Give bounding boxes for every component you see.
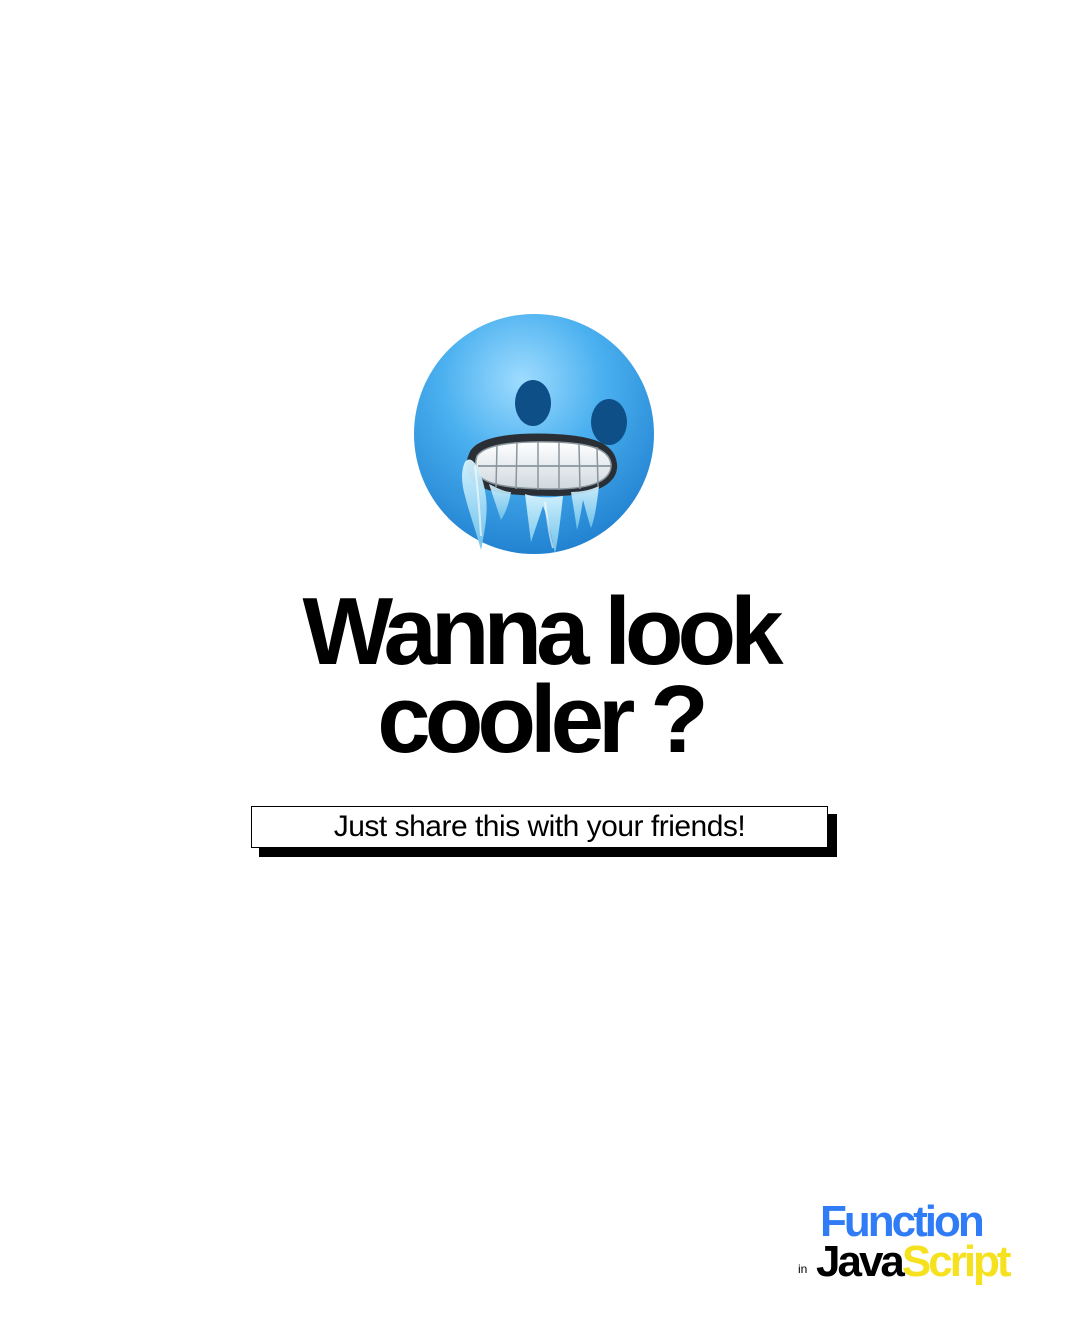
- brand-script-part: Script: [901, 1237, 1012, 1286]
- share-callout: Just share this with your friends!: [251, 806, 828, 848]
- headline-line-1: Wanna look: [302, 578, 783, 685]
- headline: Wanna look cooler ?: [0, 578, 1080, 773]
- brand-in-word: in: [798, 1262, 808, 1276]
- headline-line-2: cooler ?: [377, 666, 708, 773]
- cold-face-icon: [405, 306, 665, 566]
- brand-javascript-word: JavaScript: [816, 1237, 1012, 1286]
- share-callout-text: Just share this with your friends!: [333, 810, 746, 843]
- brand-logo: Function in JavaScript: [798, 1198, 1048, 1288]
- brand-java-part: Java: [816, 1237, 905, 1286]
